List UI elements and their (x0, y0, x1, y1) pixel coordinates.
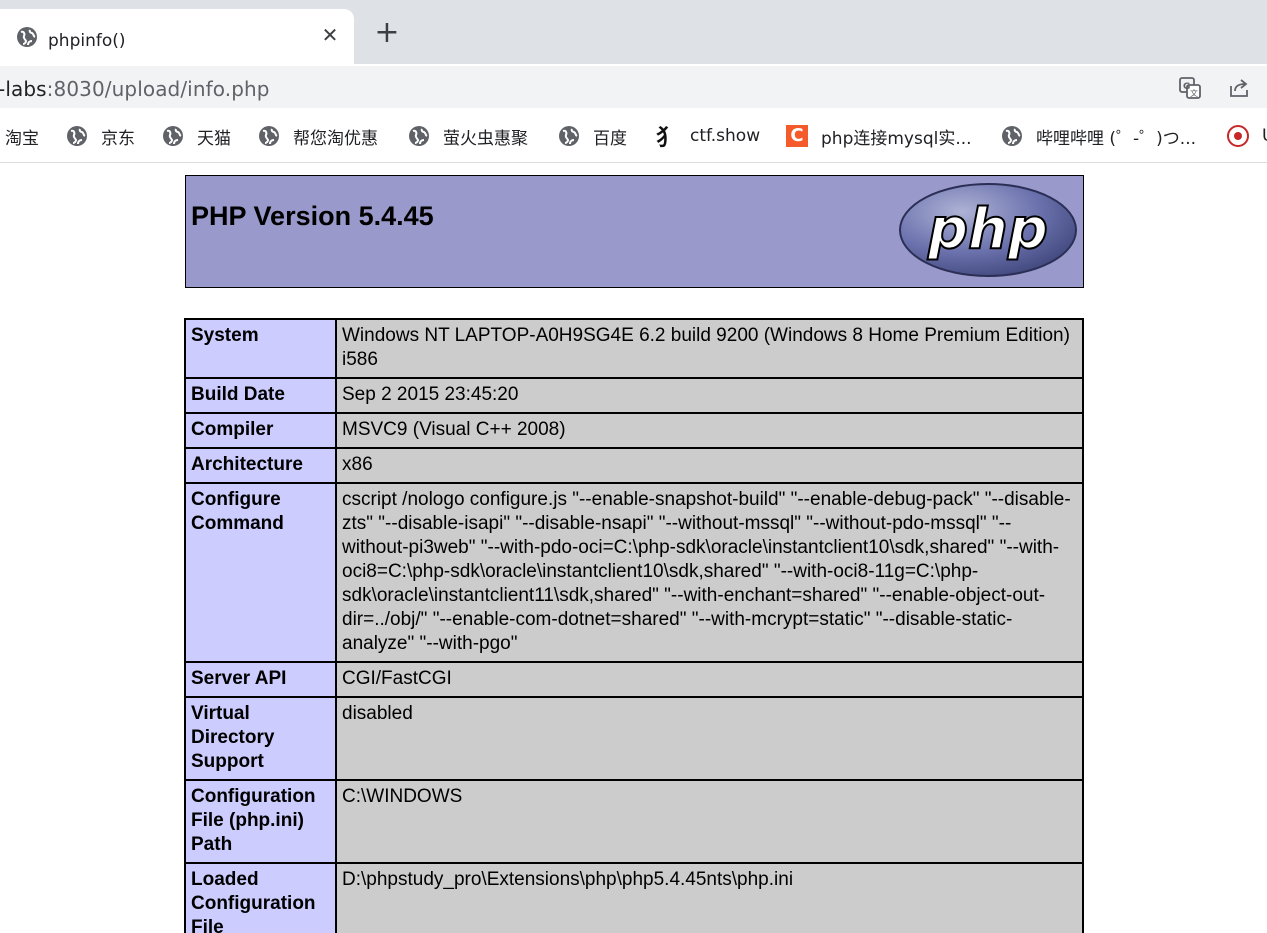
url-path: :8030/upload/info.php (46, 77, 270, 101)
globe-icon (559, 126, 579, 146)
url-host: -labs (0, 77, 47, 101)
row-key: Virtual Directory Support (184, 696, 337, 781)
row-value: Sep 2 2015 23:45:20 (335, 377, 1084, 414)
php-logo[interactable]: php (898, 182, 1078, 278)
share-icon[interactable] (1227, 76, 1251, 100)
bookmark-baidu[interactable]: 百度 (558, 124, 627, 149)
csdn-c-icon: C (786, 125, 808, 147)
table-row: Architecture x86 (184, 447, 1084, 484)
ctfshow-icon: 犭 (656, 126, 679, 151)
bookmark-tmall[interactable]: 天猫 (162, 124, 231, 149)
table-row: Loaded Configuration File D:\phpstudy_pro… (184, 862, 1084, 933)
tab-title: phpinfo() (48, 31, 126, 51)
row-value: CGI/FastCGI (335, 661, 1084, 698)
row-value: Windows NT LAPTOP-A0H9SG4E 6.2 build 920… (335, 318, 1084, 379)
red-seal-icon (1227, 125, 1249, 147)
bookmarks-bar: 淘宝 京东 天猫 帮您淘优惠 萤火虫惠聚 百度 犭 ctf.show C php… (0, 108, 1267, 163)
bookmark-jd[interactable]: 京东 (66, 124, 135, 149)
table-row: System Windows NT LAPTOP-A0H9SG4E 6.2 bui… (184, 318, 1084, 379)
bookmark-label: 淘宝 (5, 128, 39, 149)
table-row: Configure Command cscript /nologo configu… (184, 482, 1084, 663)
url-text[interactable]: -labs:8030/upload/info.php (0, 77, 270, 101)
page-title: PHP Version 5.4.45 (191, 201, 434, 231)
bookmark-yinghuochong[interactable]: 萤火虫惠聚 (408, 124, 528, 149)
bookmark-label: 京东 (101, 128, 135, 149)
row-key: Architecture (184, 447, 337, 484)
row-key: Build Date (184, 377, 337, 414)
tab-strip: phpinfo() ✕ + (0, 0, 1267, 64)
row-key: Configuration File (php.ini) Path (184, 779, 337, 864)
omnibox[interactable]: -labs:8030/upload/info.php G文 (0, 66, 1267, 108)
table-row: Virtual Directory Support disabled (184, 696, 1084, 781)
row-key: System (184, 318, 337, 379)
bookmark-label: 帮您淘优惠 (293, 128, 378, 149)
bookmark-label: 百度 (593, 128, 627, 149)
globe-icon (259, 126, 279, 146)
svg-text:php: php (927, 197, 1048, 262)
bookmark-taobao[interactable]: 淘宝 (5, 124, 39, 149)
row-value: cscript /nologo configure.js "--enable-s… (335, 482, 1084, 663)
globe-icon (1002, 126, 1022, 146)
bookmark-label: ctf.show (690, 126, 761, 146)
bookmark-label: 哔哩哔哩 (゜-゜)つ... (1036, 128, 1197, 149)
translate-icon[interactable]: G文 (1178, 76, 1202, 100)
globe-icon (409, 126, 429, 146)
bookmark-csdn-php-mysql[interactable]: C php连接mysql实... (786, 124, 972, 149)
new-tab-button[interactable]: + (372, 18, 402, 48)
table-row: Compiler MSVC9 (Visual C++ 2008) (184, 412, 1084, 449)
bookmark-ctfshow[interactable]: 犭 ctf.show (656, 124, 761, 151)
row-value: x86 (335, 447, 1084, 484)
row-value: C:\WINDOWS (335, 779, 1084, 864)
globe-icon (16, 26, 38, 52)
table-row: Server API CGI/FastCGI (184, 661, 1084, 698)
row-key: Configure Command (184, 482, 337, 663)
bookmark-label: U (1262, 126, 1267, 146)
tab-phpinfo[interactable]: phpinfo() ✕ (0, 9, 354, 64)
table-row: Build Date Sep 2 2015 23:45:20 (184, 377, 1084, 414)
globe-icon (67, 126, 87, 146)
row-key: Server API (184, 661, 337, 698)
bookmark-label: 萤火虫惠聚 (443, 128, 528, 149)
globe-icon (163, 126, 183, 146)
table-row: Configuration File (php.ini) Path C:\WIND… (184, 779, 1084, 864)
row-value: MSVC9 (Visual C++ 2008) (335, 412, 1084, 449)
php-version-header: PHP Version 5.4.45 php (185, 175, 1084, 288)
row-key: Loaded Configuration File (184, 862, 337, 933)
bookmark-bilibili[interactable]: 哔哩哔哩 (゜-゜)つ... (1001, 124, 1197, 149)
bookmark-truncated[interactable]: U (1227, 124, 1267, 148)
page-content: PHP Version 5.4.45 php System Windows NT … (0, 163, 1267, 933)
bookmark-label: 天猫 (197, 128, 231, 149)
svg-text:文: 文 (1190, 88, 1198, 98)
row-value: disabled (335, 696, 1084, 781)
row-key: Compiler (184, 412, 337, 449)
row-value: D:\phpstudy_pro\Extensions\php\php5.4.45… (335, 862, 1084, 933)
bookmark-taoyouhui[interactable]: 帮您淘优惠 (258, 124, 378, 149)
bookmark-label: php连接mysql实... (821, 128, 972, 149)
phpinfo-table: System Windows NT LAPTOP-A0H9SG4E 6.2 bui… (184, 318, 1084, 933)
tab-close-icon[interactable]: ✕ (318, 23, 342, 47)
address-bar: -labs:8030/upload/info.php G文 (0, 64, 1267, 108)
